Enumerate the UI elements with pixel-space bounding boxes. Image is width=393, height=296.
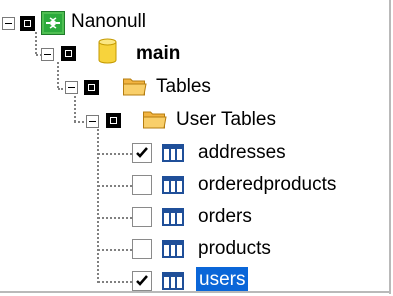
node-label[interactable]: main	[136, 43, 180, 65]
tree-connector	[35, 32, 37, 54]
tree-connector	[98, 249, 132, 251]
table-label[interactable]: users	[196, 267, 249, 292]
table-checkbox[interactable]	[132, 143, 152, 163]
table-checkbox[interactable]	[132, 207, 152, 227]
collapse-toggle[interactable]	[65, 81, 78, 94]
node-label[interactable]: Nanonull	[71, 11, 146, 33]
node-check-indicator[interactable]	[84, 80, 99, 95]
table-checkbox[interactable]	[132, 271, 152, 291]
panel-border	[389, 0, 391, 294]
table-checkbox[interactable]	[132, 239, 152, 259]
table-icon	[162, 240, 184, 264]
tree-connector	[98, 185, 132, 187]
panel-border	[0, 291, 391, 293]
table-label[interactable]: orders	[198, 206, 252, 228]
table-icon	[162, 176, 184, 200]
tree-connector	[98, 281, 132, 283]
node-check-indicator[interactable]	[20, 16, 35, 31]
node-check-indicator[interactable]	[106, 113, 121, 128]
table-icon	[162, 208, 184, 232]
node-check-indicator[interactable]	[61, 46, 76, 61]
table-label[interactable]: products	[198, 238, 271, 260]
tree-connector	[98, 153, 132, 155]
folder-icon	[123, 76, 147, 102]
node-label[interactable]: User Tables	[176, 109, 276, 131]
database-cylinder-icon	[98, 38, 117, 70]
node-label[interactable]: Tables	[156, 76, 211, 98]
folder-icon	[143, 109, 167, 135]
database-connection-icon	[41, 11, 65, 41]
table-label[interactable]: addresses	[198, 142, 286, 164]
tree-connector	[57, 62, 59, 88]
collapse-toggle[interactable]	[41, 48, 54, 61]
tree-connector	[74, 96, 76, 122]
collapse-toggle[interactable]	[86, 115, 99, 128]
collapse-toggle[interactable]	[2, 17, 15, 30]
tree-connector	[74, 121, 84, 123]
tree-view-panel: Nanonull main Tables User Tables address…	[0, 0, 393, 294]
tree-connector	[98, 217, 132, 219]
table-checkbox[interactable]	[132, 175, 152, 195]
table-label[interactable]: orderedproducts	[198, 174, 336, 196]
table-icon	[162, 144, 184, 168]
